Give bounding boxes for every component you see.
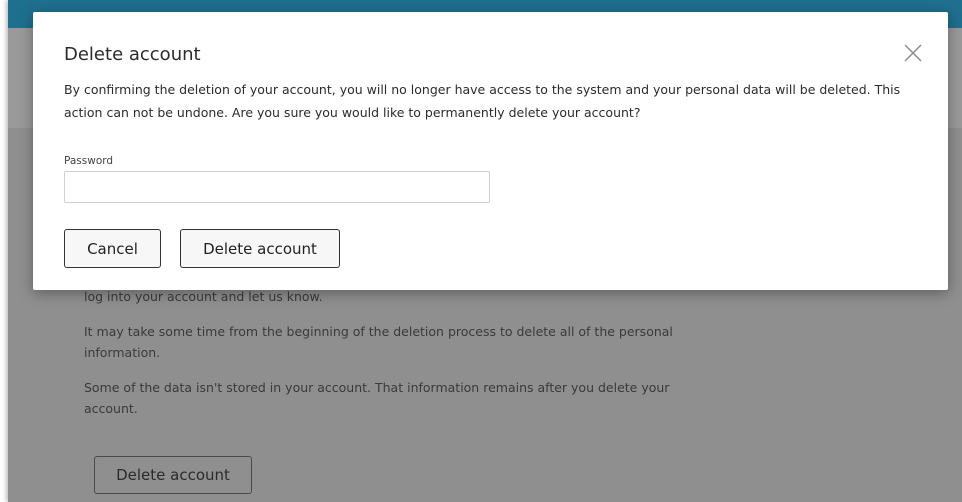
background-content: log into your account and let us know. I…: [84, 280, 684, 433]
cancel-button[interactable]: Cancel: [64, 229, 161, 268]
dialog-message: By confirming the deletion of your accou…: [64, 82, 901, 120]
background-paragraph: It may take some time from the beginning…: [84, 324, 673, 360]
password-input[interactable]: [64, 171, 490, 203]
close-icon: [904, 44, 922, 62]
delete-account-dialog: Delete account By confirming the deletio…: [33, 12, 948, 290]
close-button[interactable]: [903, 43, 923, 63]
password-label: Password: [64, 155, 114, 167]
background-delete-account-button: Delete account: [94, 456, 252, 494]
delete-account-button[interactable]: Delete account: [180, 229, 340, 268]
dialog-title: Delete account: [64, 44, 201, 65]
background-paragraph: Some of the data isn't stored in your ac…: [84, 380, 670, 416]
